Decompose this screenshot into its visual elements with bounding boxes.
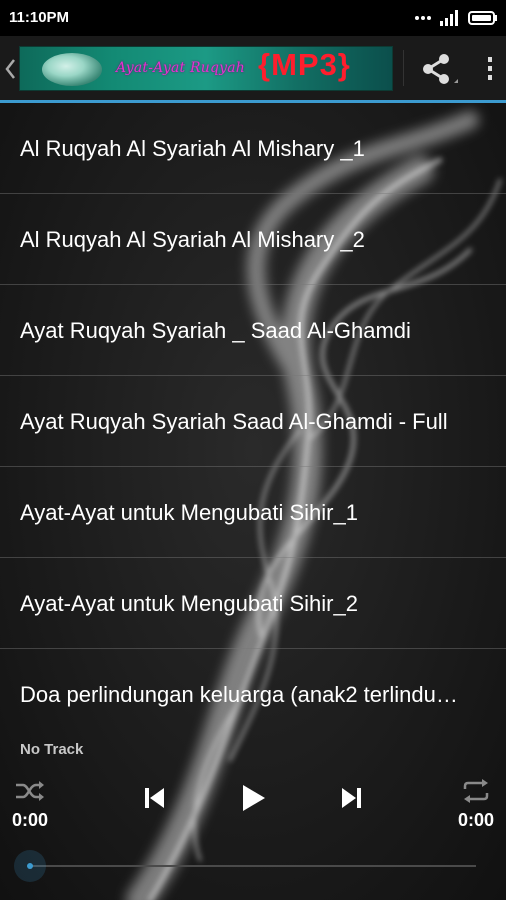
track-title: Ayat-Ayat untuk Mengubati Sihir_2 [20,591,358,616]
track-title: Ayat Ruqyah Syariah Saad Al-Ghamdi - Ful… [20,409,448,434]
banner-title: Ayat-Ayat Ruqyah [116,60,246,76]
seek-thumb[interactable] [14,850,46,882]
track-item[interactable]: Doa perlindungan keluarga (anak2 terlind… [0,649,506,740]
status-bar: 11:10PM [0,0,506,36]
seek-thumb-dot [27,863,33,869]
battery-icon [468,11,497,25]
track-item[interactable]: Ayat Ruqyah Syariah _ Saad Al-Ghamdi [0,285,506,376]
seek-bar[interactable] [30,865,476,867]
player-controls: No Track 0:00 0:00 [0,735,506,900]
banner-tag: {MP3} [258,47,351,82]
back-chevron-icon[interactable] [3,58,17,80]
overflow-menu-icon[interactable] [480,54,500,84]
action-bar: Ayat-Ayat Ruqyah {MP3} [0,36,506,100]
track-title: Al Ruqyah Al Syariah Al Mishary _2 [20,227,365,252]
track-list: Al Ruqyah Al Syariah Al Mishary _1 Al Ru… [0,103,506,740]
action-bar-divider [403,50,404,86]
more-notifications-icon [415,16,431,20]
app-banner-logo[interactable]: Ayat-Ayat Ruqyah {MP3} [19,46,393,91]
moon-icon [42,53,102,86]
elapsed-time: 0:00 [12,810,49,830]
track-item[interactable]: Ayat Ruqyah Syariah Saad Al-Ghamdi - Ful… [0,376,506,467]
play-icon[interactable] [238,783,268,813]
track-item[interactable]: Ayat-Ayat untuk Mengubati Sihir_1 [0,467,506,558]
track-title: Ayat Ruqyah Syariah _ Saad Al-Ghamdi [20,318,411,343]
share-icon[interactable] [420,53,460,87]
status-time: 11:10PM [9,9,70,26]
repeat-icon[interactable] [460,779,492,803]
action-bar-accent-line [0,100,506,103]
next-track-icon[interactable] [338,785,364,811]
track-item[interactable]: Ayat-Ayat untuk Mengubati Sihir_2 [0,558,506,649]
track-title: Al Ruqyah Al Syariah Al Mishary _1 [20,136,365,161]
now-playing-label: No Track [20,741,84,758]
total-duration: 0:00 [457,810,494,830]
signal-icon [440,10,458,26]
track-title: Doa perlindungan keluarga (anak2 terlind… [20,682,466,707]
previous-track-icon[interactable] [142,785,168,811]
status-icons [414,10,498,26]
track-title: Ayat-Ayat untuk Mengubati Sihir_1 [20,500,358,525]
shuffle-icon[interactable] [14,779,46,803]
track-item[interactable]: Al Ruqyah Al Syariah Al Mishary _1 [0,103,506,194]
track-item[interactable]: Al Ruqyah Al Syariah Al Mishary _2 [0,194,506,285]
